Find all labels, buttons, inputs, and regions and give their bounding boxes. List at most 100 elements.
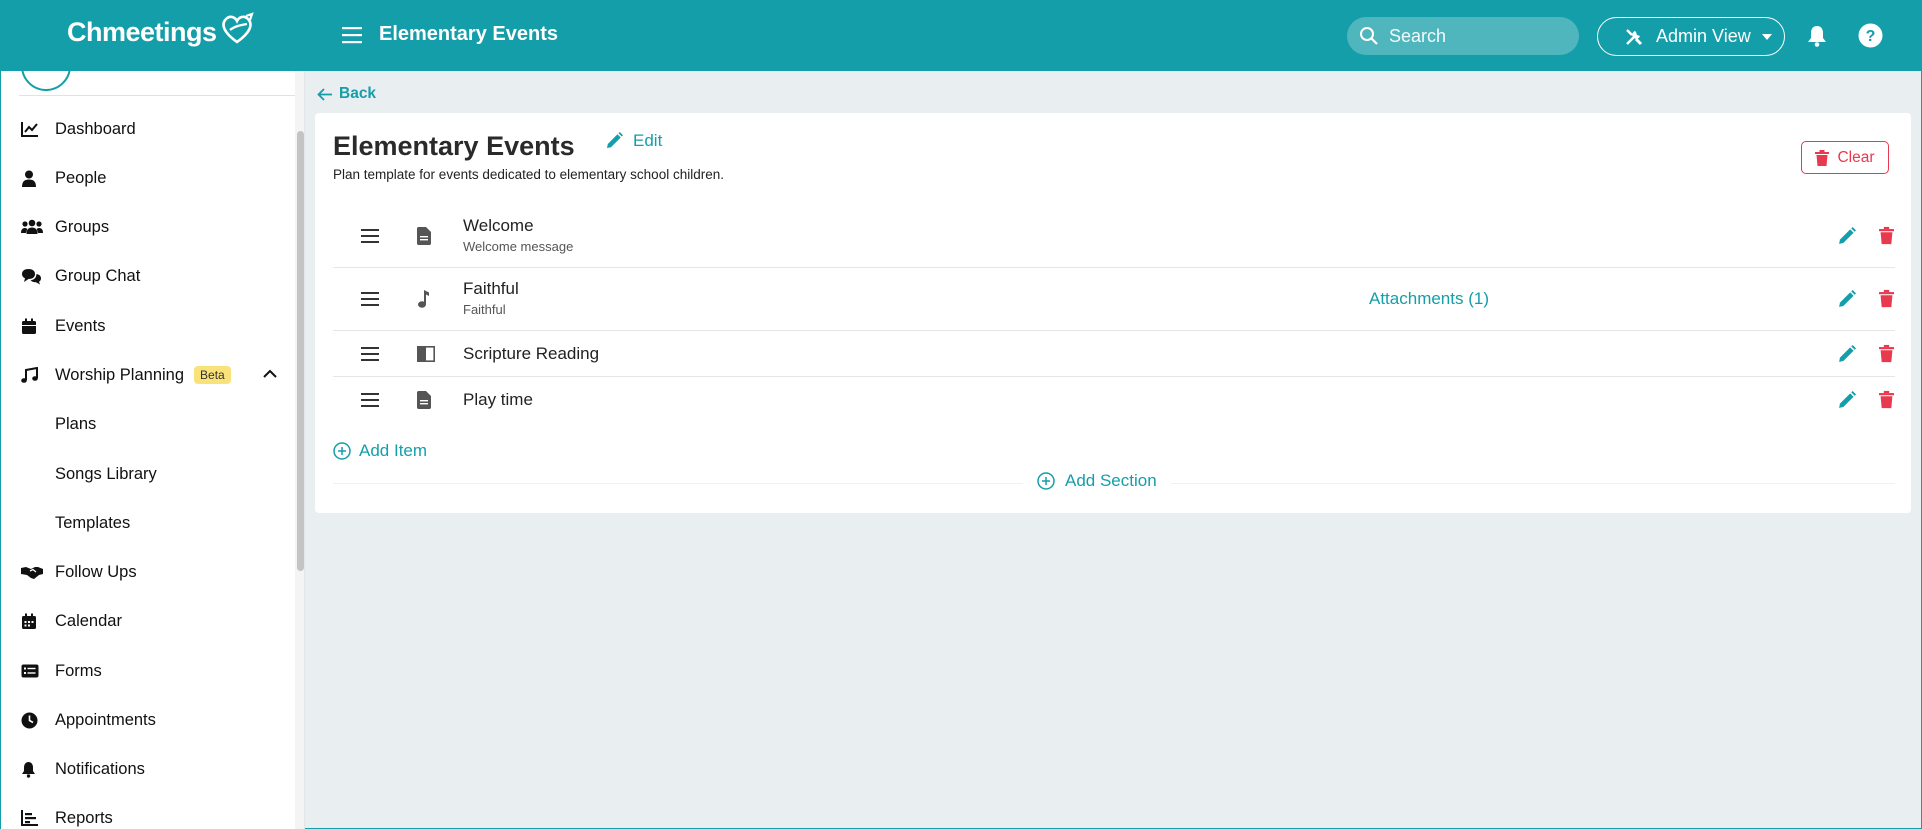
top-bar: Chmeetings Elementary Events Admin View: [1, 1, 1921, 71]
trash-icon[interactable]: [1879, 344, 1894, 363]
clear-button[interactable]: Clear: [1801, 141, 1889, 174]
sidebar-item-label: Forms: [55, 661, 102, 680]
calendar-days-icon: [22, 613, 36, 629]
page-title: Elementary Events: [379, 23, 558, 45]
sidebar-divider: [19, 95, 295, 96]
brand-name: Chmeetings: [67, 17, 217, 47]
drag-handle-icon[interactable]: [361, 347, 379, 361]
sidebar-item-worship-planning[interactable]: Worship Planning Beta: [1, 355, 295, 395]
pencil-icon[interactable]: [1837, 345, 1856, 364]
bell-icon: [22, 761, 35, 778]
sidebar-item-forms[interactable]: Forms: [1, 651, 295, 691]
search-input[interactable]: [1389, 25, 1569, 47]
sidebar-scrollbar-thumb[interactable]: [297, 131, 304, 571]
plan-item-subtitle: Welcome message: [463, 239, 574, 254]
sidebar-item-label: Plans: [55, 414, 97, 433]
attachments-link[interactable]: Attachments (1): [1369, 289, 1489, 309]
handshake-icon: [21, 566, 43, 579]
beta-badge: Beta: [194, 366, 231, 384]
trash-icon[interactable]: [1879, 289, 1894, 308]
drag-handle-icon[interactable]: [361, 292, 379, 306]
back-link[interactable]: Back: [317, 85, 376, 103]
add-section-button[interactable]: Add Section: [1023, 471, 1171, 491]
menu-icon[interactable]: [341, 24, 363, 46]
bar-chart-icon: [21, 810, 38, 826]
add-section-label: Add Section: [1065, 471, 1157, 490]
heart-leaf-icon: [221, 11, 254, 44]
sidebar-item-label: Worship Planning: [55, 365, 185, 384]
plan-item-title: Faithful: [463, 279, 519, 298]
pencil-icon[interactable]: [1837, 227, 1856, 246]
sidebar-item-plans[interactable]: Plans: [1, 404, 295, 444]
pencil-icon: [607, 132, 623, 148]
sidebar-item-label: Notifications: [55, 759, 145, 778]
sidebar-item-group-chat[interactable]: Group Chat: [1, 256, 295, 296]
trash-icon[interactable]: [1879, 226, 1894, 245]
music-icon: [21, 366, 38, 383]
trash-icon[interactable]: [1879, 390, 1894, 409]
drag-handle-icon[interactable]: [361, 393, 379, 407]
admin-view-label: Admin View: [1656, 26, 1751, 46]
plan-items-list: Welcome Welcome message Faithful Faithfu…: [333, 205, 1895, 423]
sidebar-item-label: Group Chat: [55, 266, 141, 285]
plan-template-card: Elementary Events Edit Plan template for…: [315, 113, 1911, 513]
document-icon: [417, 227, 431, 245]
person-icon: [22, 170, 36, 187]
sidebar: Dashboard People Groups Group Chat Event…: [1, 71, 305, 829]
plus-circle-icon: [333, 442, 351, 460]
sidebar-item-groups[interactable]: Groups: [1, 207, 295, 247]
sidebar-item-templates[interactable]: Templates: [1, 503, 295, 543]
sidebar-item-people[interactable]: People: [1, 158, 295, 198]
users-icon: [21, 219, 43, 234]
edit-title-button[interactable]: Edit: [605, 131, 662, 151]
drag-handle-icon[interactable]: [361, 229, 379, 243]
book-open-icon: [417, 346, 435, 362]
sidebar-item-label: Groups: [55, 217, 110, 236]
sidebar-item-dashboard[interactable]: Dashboard: [1, 109, 295, 149]
sidebar-item-follow-ups[interactable]: Follow Ups: [1, 552, 295, 592]
sidebar-item-label: Reports: [55, 808, 113, 827]
caret-down-icon: [1761, 33, 1772, 40]
search-box[interactable]: [1347, 17, 1579, 55]
plus-circle-icon: [1037, 472, 1055, 490]
clock-icon: [21, 712, 38, 728]
plan-item-title: Welcome: [463, 216, 534, 235]
plan-item-row[interactable]: Welcome Welcome message: [333, 205, 1895, 268]
plan-item-row[interactable]: Play time: [333, 377, 1895, 423]
help-icon[interactable]: ?: [1858, 23, 1883, 48]
plan-item-subtitle: Faithful: [463, 302, 506, 317]
sidebar-item-label: Follow Ups: [55, 562, 137, 581]
bell-icon[interactable]: [1807, 25, 1827, 47]
edit-label: Edit: [633, 131, 663, 150]
chevron-up-icon[interactable]: [263, 369, 277, 378]
pencil-icon[interactable]: [1837, 290, 1856, 309]
brand-logo[interactable]: Chmeetings: [67, 11, 255, 48]
sidebar-item-label: Calendar: [55, 611, 122, 630]
back-label: Back: [339, 85, 377, 102]
pencil-icon[interactable]: [1837, 391, 1856, 410]
plan-item-row[interactable]: Faithful Faithful Attachments (1): [333, 268, 1895, 331]
sidebar-item-reports[interactable]: Reports: [1, 798, 295, 829]
svg-text:?: ?: [1866, 28, 1876, 45]
template-description: Plan template for events dedicated to el…: [333, 167, 724, 182]
chat-icon: [22, 268, 41, 284]
plan-item-row[interactable]: Scripture Reading: [333, 331, 1895, 377]
tools-icon: [1626, 28, 1643, 45]
sidebar-item-label: Appointments: [55, 710, 156, 729]
avatar[interactable]: [21, 71, 71, 91]
sidebar-item-events[interactable]: Events: [1, 306, 295, 346]
sidebar-item-notifications[interactable]: Notifications: [1, 749, 295, 789]
form-icon: [21, 664, 39, 678]
plan-item-title: Scripture Reading: [463, 344, 600, 363]
sidebar-item-label: Dashboard: [55, 119, 136, 138]
sidebar-item-songs-library[interactable]: Songs Library: [1, 454, 295, 494]
add-item-button[interactable]: Add Item: [333, 441, 427, 461]
sidebar-item-label: Songs Library: [55, 464, 157, 483]
sidebar-item-calendar[interactable]: Calendar: [1, 601, 295, 641]
admin-view-dropdown[interactable]: Admin View: [1597, 17, 1785, 56]
chart-line-icon: [21, 122, 38, 137]
sidebar-item-label: People: [55, 168, 107, 187]
sidebar-item-appointments[interactable]: Appointments: [1, 700, 295, 740]
trash-icon: [1815, 149, 1830, 166]
arrow-left-icon: [317, 87, 332, 101]
